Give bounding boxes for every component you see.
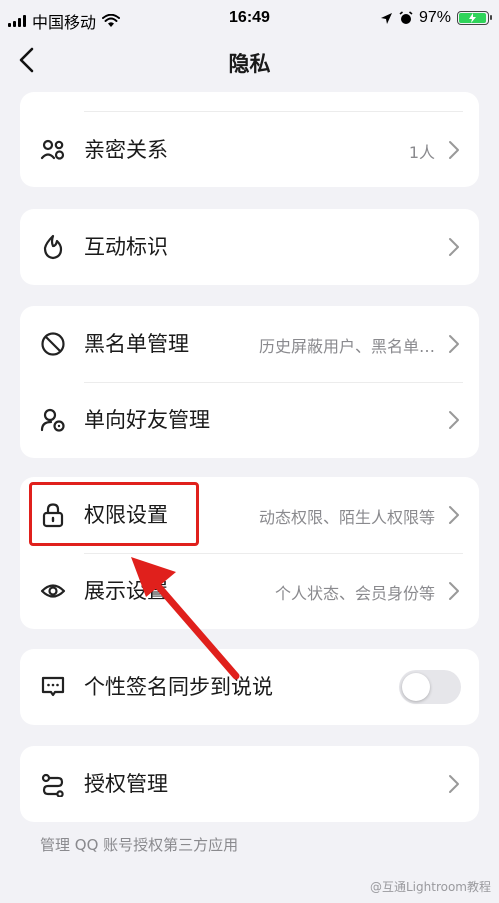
display-settings-label: 展示设置	[84, 579, 168, 603]
permission-settings-value: 动态权限、陌生人权限等	[258, 508, 435, 527]
card-authorization: 授权管理	[20, 746, 479, 822]
page-title: 隐私	[228, 52, 271, 76]
block-icon	[41, 332, 65, 356]
row-blacklist[interactable]: 黑名单管理 历史屏蔽用户、黑名单…	[20, 306, 479, 382]
status-right: 97%	[380, 9, 492, 27]
card-intimate: 亲密关系 1人	[20, 92, 479, 187]
row-authorization[interactable]: 授权管理	[20, 746, 479, 822]
blacklist-label: 黑名单管理	[84, 332, 189, 356]
one-way-friends-label: 单向好友管理	[84, 408, 210, 432]
chevron-right-icon	[449, 335, 459, 353]
watermark-text: @互通Lightroom教程	[370, 880, 491, 894]
chevron-right-icon	[449, 506, 459, 524]
eye-icon	[40, 584, 66, 598]
signature-sync-label: 个性签名同步到说说	[84, 675, 273, 699]
display-settings-value: 个人状态、会员身份等	[274, 584, 435, 603]
authorization-footnote: 管理 QQ 账号授权第三方应用	[40, 836, 239, 854]
alarm-icon	[399, 11, 413, 24]
highlight-box	[29, 482, 199, 546]
chevron-right-icon	[449, 775, 459, 793]
interaction-mark-label: 互动标识	[84, 235, 168, 259]
toggle-knob	[402, 673, 430, 701]
row-signature-sync: 个性签名同步到说说	[20, 649, 479, 725]
intimate-relationship-value: 1人	[408, 143, 435, 162]
chevron-right-icon	[449, 411, 459, 429]
card-blocking: 黑名单管理 历史屏蔽用户、黑名单… 单向好友管理	[20, 306, 479, 458]
status-bar: 中国移动 16:49 97%	[0, 0, 499, 36]
chevron-right-icon	[449, 582, 459, 600]
card-signature-sync: 个性签名同步到说说	[20, 649, 479, 725]
row-one-way-friends[interactable]: 单向好友管理	[20, 382, 479, 458]
blacklist-value: 历史屏蔽用户、黑名单…	[258, 337, 435, 356]
battery-percent: 97%	[418, 9, 451, 26]
intimate-relationship-icon	[40, 139, 65, 160]
row-intimate-relationship[interactable]: 亲密关系 1人	[20, 112, 479, 187]
row-display-settings[interactable]: 展示设置 个人状态、会员身份等	[20, 553, 479, 629]
user-settings-icon	[40, 408, 65, 432]
flame-icon	[43, 234, 63, 260]
message-icon	[41, 676, 65, 697]
signature-sync-toggle[interactable]	[399, 670, 461, 704]
card-interaction: 互动标识	[20, 209, 479, 285]
chevron-right-icon	[449, 238, 459, 256]
location-arrow-icon	[380, 12, 392, 24]
row-interaction-mark[interactable]: 互动标识	[20, 209, 479, 285]
intimate-relationship-label: 亲密关系	[84, 138, 168, 162]
battery-icon	[457, 11, 492, 25]
chevron-right-icon	[449, 141, 459, 159]
authorization-label: 授权管理	[84, 772, 168, 796]
authorization-icon	[41, 773, 64, 797]
nav-bar: 隐私	[0, 36, 499, 86]
